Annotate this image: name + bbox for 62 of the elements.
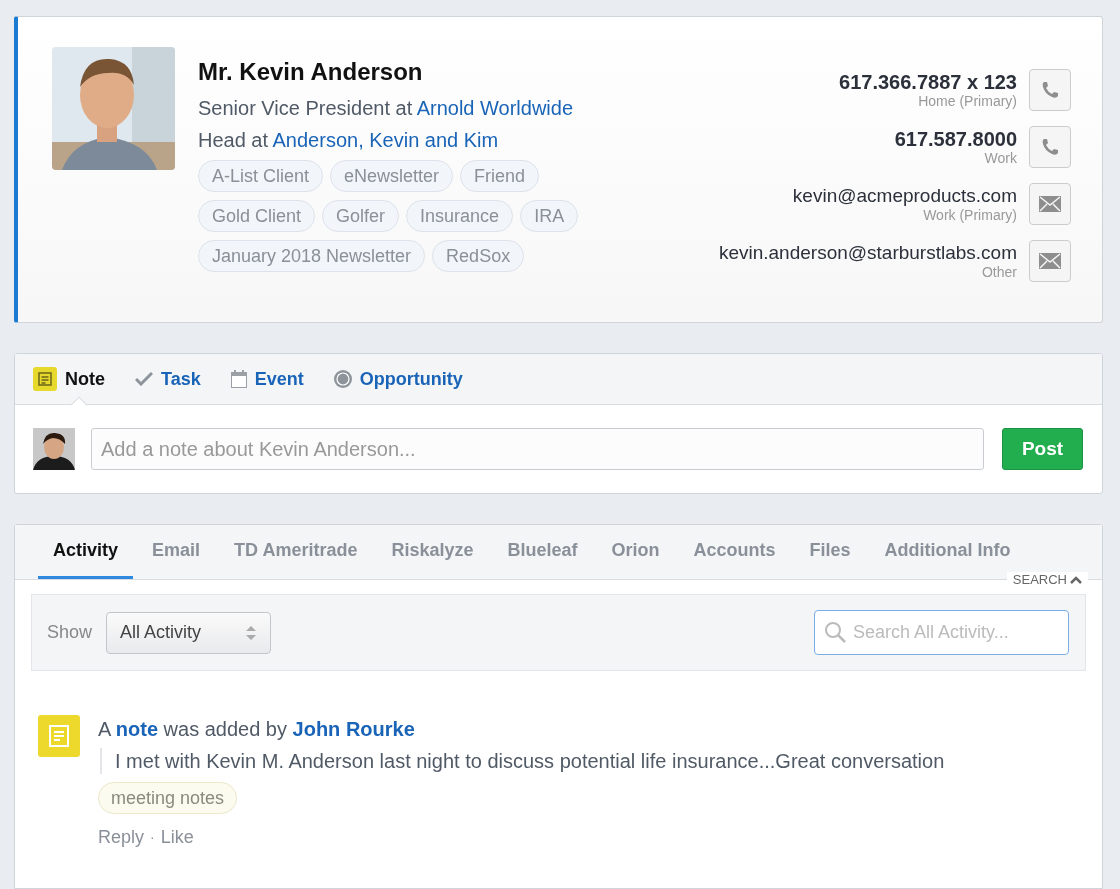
note-input[interactable]: Add a note about Kevin Anderson... [91,428,984,470]
chevron-up-icon [1070,575,1082,584]
calendar-icon [230,370,247,388]
activity-dropdown[interactable]: All Activity [106,611,272,654]
tag-chip[interactable]: A-List Client [198,160,324,192]
checkmark-icon [135,372,153,386]
search-icon [824,621,846,643]
activity-tab[interactable]: TD Ameritrade [219,525,373,579]
tag-chip[interactable]: meeting notes [98,782,238,814]
activity-tab[interactable]: Blueleaf [492,525,593,579]
tag-chip[interactable]: RedSox [432,240,525,272]
action-link[interactable]: Reply [98,824,145,851]
activity-tab[interactable]: Orion [596,525,675,579]
action-link[interactable]: Like [160,824,194,851]
call-button[interactable] [1029,126,1071,168]
contact-label: Work [984,150,1017,166]
composer-tab[interactable]: Opportunity [333,354,463,404]
activity-tab[interactable]: Files [794,525,866,579]
coin-icon [333,370,352,388]
email-button[interactable] [1029,183,1071,225]
tag-chip[interactable]: Insurance [406,200,514,232]
email-button[interactable] [1029,240,1071,282]
company-link[interactable]: Arnold Worldwide [416,97,574,119]
email-address: kevin@acmeproducts.com [792,185,1017,207]
composer-tab[interactable]: Task [135,354,201,404]
tag-chip[interactable]: Gold Client [198,200,316,232]
email-address: kevin.anderson@starburstlabs.com [718,242,1017,264]
tag-chip[interactable]: Golfer [322,200,400,232]
activity-tab[interactable]: Riskalyze [376,525,489,579]
search-toggle[interactable]: SEARCH [1006,572,1088,587]
post-button[interactable]: Post [1002,428,1083,470]
contact-name: Mr. Kevin Anderson [198,57,424,87]
call-button[interactable] [1029,69,1071,111]
contact-label: Other [982,264,1017,280]
activity-headline: A note was added by John Rourke [98,717,416,742]
note-icon [33,367,57,391]
tag-chip[interactable]: eNewsletter [330,160,454,192]
envelope-icon [1039,253,1061,269]
company-link[interactable]: Anderson, Kevin and Kim [272,129,499,151]
search-field[interactable]: Search All Activity... [814,610,1069,655]
phone-number: 617.587.8000 [894,128,1017,150]
tag-chip[interactable]: January 2018 Newsletter [198,240,426,272]
tag-chip[interactable]: IRA [520,200,579,232]
contact-label: Work (Primary) [923,207,1017,223]
show-label: Show [47,621,93,644]
activity-tab[interactable]: Activity [38,525,134,579]
phone-icon [1040,137,1060,157]
activity-tab[interactable]: Email [137,525,216,579]
contact-label: Home (Primary) [918,93,1017,109]
sort-arrows-icon [245,624,258,641]
tag-chip[interactable]: Friend [460,160,540,192]
position-line: Senior Vice President at Arnold Worldwide [198,96,575,121]
note-icon [38,715,80,757]
separator-dot: · [150,828,155,847]
activity-tab[interactable]: Accounts [678,525,791,579]
phone-icon [1040,80,1060,100]
note-body: I met with Kevin M. Anderson last night to discuss potential life insurance...Great conversation [100,748,945,774]
position-line: Head at Anderson, Kevin and Kim [198,128,500,153]
composer-tab[interactable]: Note [33,354,105,404]
composer-tab[interactable]: Event [230,354,304,404]
phone-number: 617.366.7887 x 123 [839,71,1017,93]
envelope-icon [1039,196,1061,212]
